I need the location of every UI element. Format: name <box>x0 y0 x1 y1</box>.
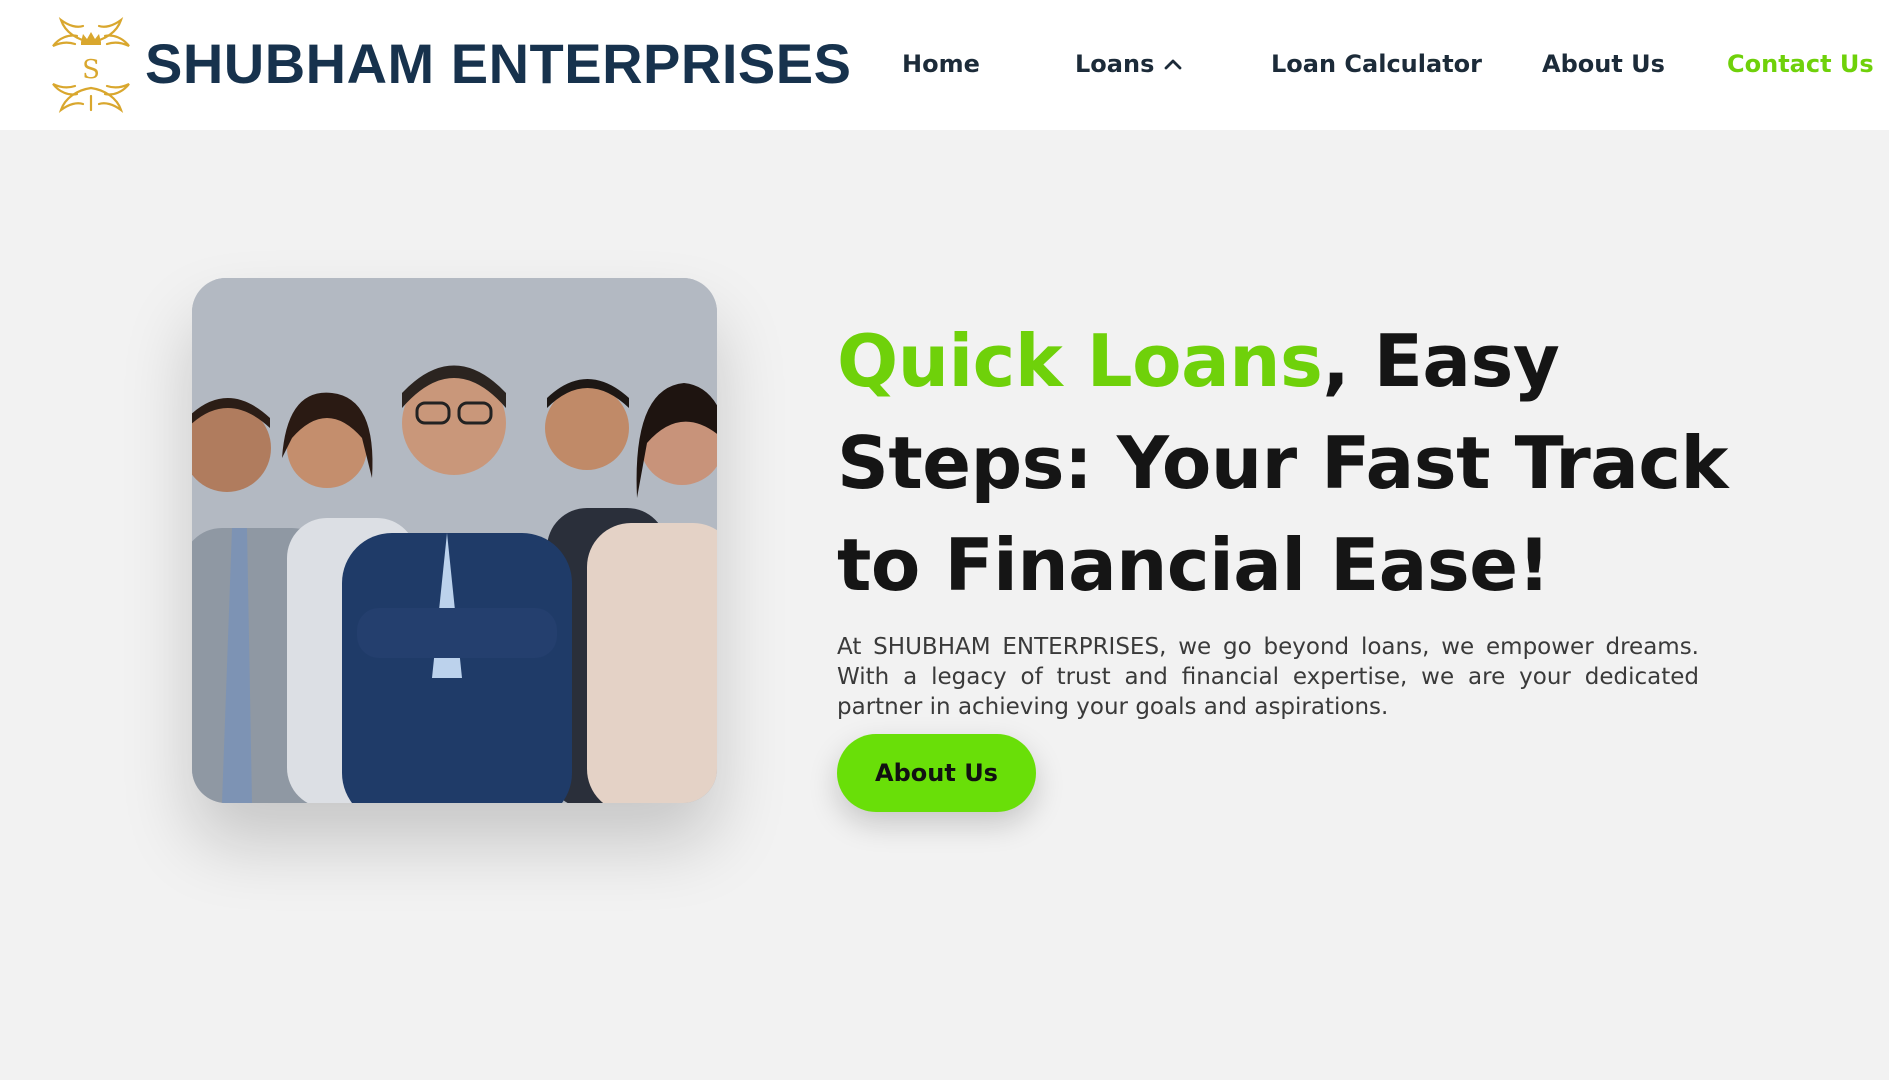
nav-about-us[interactable]: About Us <box>1542 46 1665 82</box>
chevron-up-icon <box>1164 59 1182 70</box>
logo-letter: S <box>82 55 100 85</box>
brand-name[interactable]: SHUBHAM ENTERPRISES <box>145 30 851 98</box>
nav-contact-us[interactable]: Contact Us <box>1727 46 1874 82</box>
about-us-button[interactable]: About Us <box>837 734 1036 812</box>
crown-monogram-icon[interactable]: S <box>47 14 135 114</box>
site-header: S SHUBHAM ENTERPRISES Home Loans Loan Ca… <box>0 0 1889 130</box>
nav-loan-calculator[interactable]: Loan Calculator <box>1271 46 1482 82</box>
nav-loans[interactable]: Loans <box>1075 46 1184 82</box>
hero-headline: Quick Loans, Easy Steps: Your Fast Track… <box>837 310 1737 616</box>
headline-accent: Quick Loans <box>837 319 1323 403</box>
nav-home[interactable]: Home <box>902 46 980 82</box>
team-photo <box>192 278 717 803</box>
nav-loans-label: Loans <box>1075 50 1155 78</box>
hero-intro: At SHUBHAM ENTERPRISES, we go beyond loa… <box>837 634 1699 720</box>
